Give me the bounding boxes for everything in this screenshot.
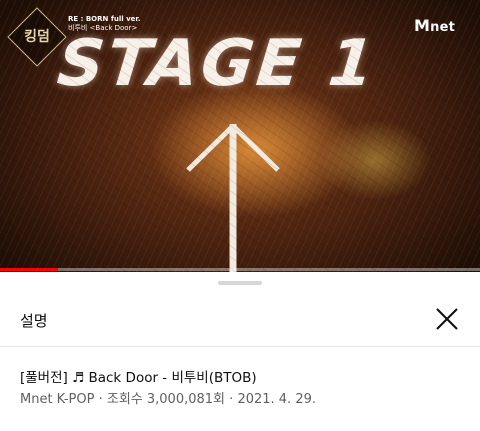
meta-separator: · — [229, 392, 234, 407]
close-button[interactable] — [432, 304, 462, 334]
show-logo-text: 킹덤 — [24, 29, 50, 45]
video-progress-fill — [0, 268, 58, 271]
channel-name[interactable]: Mnet K-POP — [20, 392, 94, 407]
video-meta: Mnet K-POP · 조회수 3,000,081회 · 2021. 4. 2… — [20, 388, 316, 407]
floor-arrow — [186, 124, 280, 272]
close-icon — [436, 308, 458, 330]
view-count: 조회수 3,000,081회 — [106, 392, 226, 407]
video-progress-bar[interactable] — [0, 268, 480, 271]
caption-line-1: RE : BORN full ver. — [68, 15, 141, 23]
stage-overlay-text: STAGE 1 — [54, 27, 381, 101]
upload-date: 2021. 4. 29. — [237, 392, 316, 407]
mnet-logo-net: net — [430, 20, 456, 35]
video-title: [풀버전] ♬ Back Door - 비투비(BTOB) — [20, 370, 257, 386]
sheet-title: 설명 — [20, 312, 48, 330]
drag-handle[interactable] — [218, 281, 262, 285]
description-sheet: 설명 [풀버전] ♬ Back Door - 비투비(BTOB) Mnet K-… — [0, 272, 480, 431]
meta-separator: · — [98, 392, 103, 407]
divider — [0, 346, 480, 347]
video-player[interactable]: 킹덤 RE : BORN full ver. 비투비 <Back Door> M… — [0, 0, 480, 272]
